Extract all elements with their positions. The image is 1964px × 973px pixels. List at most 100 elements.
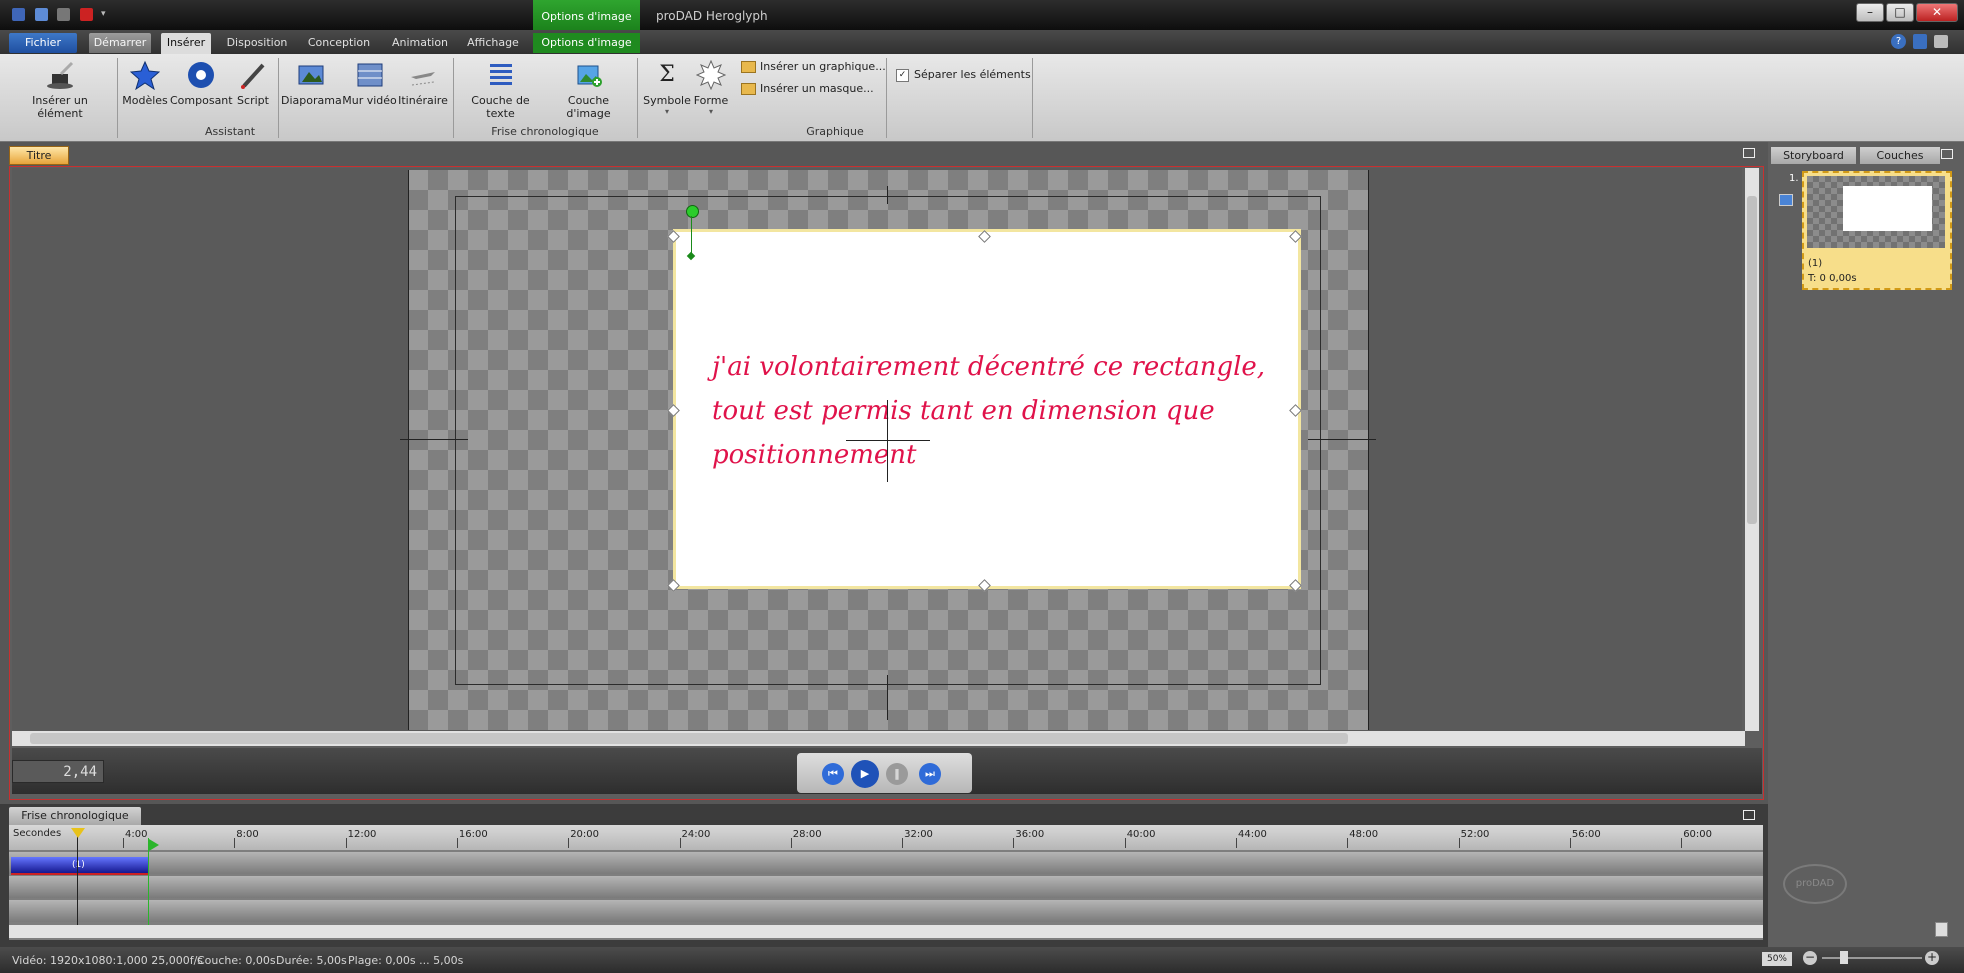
image-layer-icon — [574, 60, 604, 90]
panel-maximize-icon[interactable] — [1743, 810, 1755, 820]
tab-inserer[interactable]: Insérer — [161, 33, 211, 55]
text-line: tout est permis tant en dimension que — [712, 396, 1215, 426]
insert-element-button[interactable]: Insérer un élément — [10, 60, 110, 120]
prodad-logo: proDAD — [1783, 864, 1847, 904]
separate-elements-checkbox[interactable]: ✓ Séparer les éléments — [896, 68, 1031, 82]
playhead[interactable] — [77, 829, 78, 925]
zoom-out-icon[interactable]: − — [1803, 951, 1817, 965]
video-wall-button[interactable]: Mur vidéo — [342, 60, 397, 107]
ruler-tick — [790, 838, 792, 848]
play-icon[interactable]: ▶ — [851, 760, 879, 788]
chevron-down-icon: ▾ — [708, 107, 713, 116]
info-icon[interactable] — [1913, 34, 1927, 49]
new-page-icon[interactable] — [1935, 922, 1948, 937]
open-icon[interactable] — [35, 8, 48, 21]
window-title: proDAD Heroglyph — [656, 9, 768, 23]
timecode-display[interactable]: 2,44 — [12, 760, 104, 783]
ruler-tick-label: 16:00 — [458, 829, 488, 840]
tab-options-image[interactable]: Options d'image — [533, 33, 640, 53]
ruler-tick-label: 36:00 — [1015, 829, 1045, 840]
group-label-graphique: Graphique — [806, 125, 864, 138]
group-label-assistant: Assistant — [204, 125, 256, 138]
models-button[interactable]: Modèles — [121, 60, 169, 107]
range-end-marker[interactable] — [148, 838, 149, 925]
rectangle-text[interactable]: j'ai volontairement décentré ce rectangl… — [712, 345, 1272, 477]
panel-maximize-icon[interactable] — [1743, 148, 1755, 158]
tab-titre[interactable]: Titre — [9, 146, 69, 165]
image-layer-button[interactable]: Couche d'image — [546, 60, 631, 120]
tab-couches[interactable]: Couches — [1860, 147, 1940, 164]
slideshow-button[interactable]: Diaporama — [281, 60, 342, 107]
insert-graphic-item[interactable]: Insérer un graphique... — [741, 60, 886, 73]
tab-disposition[interactable]: Disposition — [222, 33, 292, 53]
tab-frise-chronologique[interactable]: Frise chronologique — [9, 807, 141, 825]
timeline-track[interactable] — [9, 876, 1763, 898]
magic-hat-icon — [45, 60, 75, 90]
tab-fichier[interactable]: Fichier — [9, 33, 77, 53]
horizontal-scroll-thumb[interactable] — [30, 733, 1348, 744]
range-end-flag-icon[interactable] — [149, 839, 159, 851]
tab-storyboard[interactable]: Storyboard — [1771, 147, 1856, 164]
save-icon[interactable] — [12, 8, 25, 21]
ruler-tick-label: 32:00 — [904, 829, 933, 840]
undo-icon[interactable] — [57, 8, 70, 21]
zoom-slider-thumb[interactable] — [1840, 951, 1848, 964]
ruler-tick-label: 56:00 — [1571, 829, 1601, 840]
maximize-button[interactable]: □ — [1886, 3, 1914, 22]
tab-demarrer[interactable]: Démarrer — [89, 33, 151, 53]
ruler-tick — [1124, 838, 1126, 848]
storyboard-card-time: T: 0 0,00s — [1808, 273, 1857, 284]
itinerary-button[interactable]: Itinéraire — [398, 60, 448, 107]
storyboard-card-name: (1) — [1808, 258, 1823, 269]
ruler-tick — [902, 838, 904, 848]
zoom-slider[interactable] — [1822, 957, 1922, 959]
timeline-track[interactable] — [9, 852, 1763, 874]
shape-label: Forme — [693, 94, 729, 107]
ruler-tick — [234, 838, 236, 848]
rotation-handle-icon[interactable] — [686, 205, 699, 218]
tab-animation[interactable]: Animation — [386, 33, 454, 53]
checkbox-check-icon: ✓ — [896, 68, 909, 82]
ruler-tick-label: 24:00 — [681, 829, 711, 840]
zoom-value[interactable]: 50% — [1762, 952, 1792, 966]
timeline-ruler[interactable] — [9, 825, 1763, 850]
shape-button[interactable]: Forme ▾ — [692, 59, 730, 116]
close-button[interactable]: ✕ — [1916, 3, 1958, 22]
go-end-icon[interactable]: ⏭ — [919, 763, 941, 785]
insert-element-label: Insérer un élément — [32, 94, 88, 120]
close-project-icon[interactable] — [80, 8, 93, 21]
separator — [637, 58, 638, 138]
script-button[interactable]: Script — [233, 60, 273, 107]
minimize-button[interactable]: – — [1856, 3, 1884, 22]
options-icon[interactable] — [1934, 35, 1948, 48]
playhead-marker-icon[interactable] — [71, 828, 85, 838]
ruler-tick — [345, 838, 347, 848]
ruler-tick-label: 44:00 — [1238, 829, 1267, 840]
ruler-tick — [1458, 838, 1460, 848]
component-label: Composant — [170, 94, 233, 107]
status-duree: Durée: 5,00s — [276, 954, 347, 967]
insert-mask-item[interactable]: Insérer un masque... — [741, 82, 874, 95]
ribbon-tab-row — [0, 30, 1964, 54]
customize-icon[interactable]: ▾ — [101, 8, 114, 21]
go-start-icon[interactable]: ⏮ — [822, 763, 844, 785]
tab-affichage[interactable]: Affichage — [464, 33, 522, 53]
ruler-tick — [679, 838, 681, 848]
help-icon[interactable]: ? — [1891, 34, 1906, 49]
text-layer-button[interactable]: Couche de texte — [458, 60, 543, 120]
symbol-button[interactable]: Σ Symbole ▾ — [642, 60, 692, 116]
ruler-tick-label: 48:00 — [1349, 829, 1379, 840]
tab-conception[interactable]: Conception — [303, 33, 375, 53]
vertical-scroll-thumb[interactable] — [1747, 196, 1757, 524]
ruler-tick — [123, 838, 124, 848]
crop-mark — [887, 675, 888, 720]
zoom-in-icon[interactable]: + — [1925, 951, 1939, 965]
timeline-scrollbar[interactable] — [9, 925, 1763, 938]
timeline-track[interactable] — [9, 900, 1763, 922]
pause-icon[interactable]: ‖ — [886, 763, 908, 785]
title-bar: ▾ – □ ✕ — [0, 0, 1964, 30]
status-couche: Couche: 0,00s — [197, 954, 276, 967]
ruler-tick-label: 20:00 — [570, 829, 600, 840]
component-button[interactable]: Composant — [170, 60, 233, 107]
panel-maximize-icon[interactable] — [1941, 149, 1953, 159]
